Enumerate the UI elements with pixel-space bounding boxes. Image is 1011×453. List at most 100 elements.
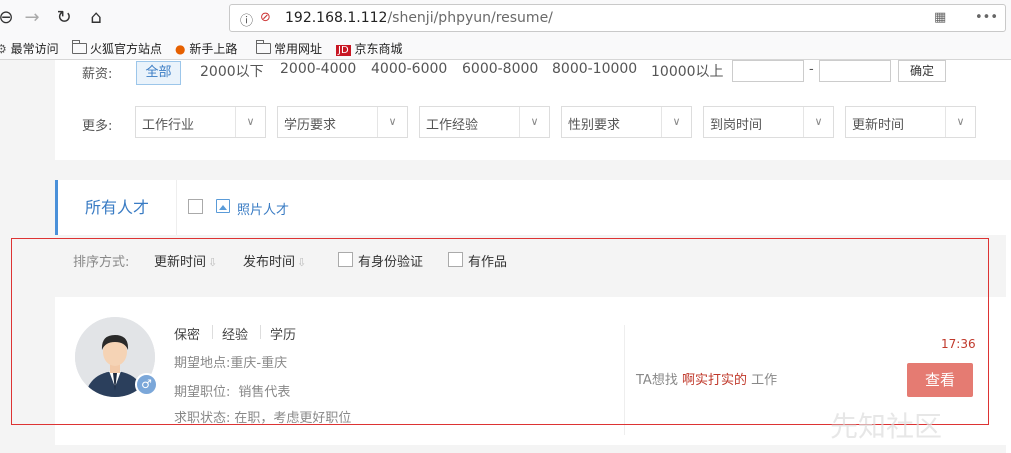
browser-toolbar: ⊖ → ↻ ⌂ ⓘ ⊘ 192.168.1.112/shenji/phpyun/… [0, 0, 1011, 36]
bookmark-label: 常用网址 [274, 42, 323, 56]
wants-text: TA想找 啊实打实的 工作 [636, 369, 777, 388]
bookmark-most-visited[interactable]: ⚙ 最常访问 [0, 40, 59, 57]
watermark: 先知社区 [830, 410, 943, 443]
male-gender-icon: ♂ [135, 373, 158, 396]
info-icon[interactable]: ⓘ [240, 10, 253, 29]
meta-divider [260, 325, 261, 339]
sort-bar: 排序方式: 更新时间 ⇩ 发布时间 ⇩ 有身份验证 有作品 [55, 243, 1011, 283]
salary-range-dash: - [809, 62, 814, 77]
sort-update-time[interactable]: 更新时间 ⇩ [154, 251, 217, 270]
salary-option-6000-8000[interactable]: 6000-8000 [462, 61, 538, 77]
salary-max-input[interactable] [819, 60, 891, 82]
url-path: /shenji/phpyun/resume/ [387, 10, 553, 26]
select-label: 工作经验 [426, 118, 479, 133]
chevron-down-icon: ∨ [945, 107, 975, 137]
chevron-down-icon: ∨ [519, 107, 549, 137]
photo-only-label[interactable]: 照片人才 [237, 199, 289, 218]
talent-tab-bar: 所有人才 照片人才 [55, 180, 1011, 235]
select-arrival-time[interactable]: 到岗时间 ∨ [703, 106, 834, 138]
id-verified-label[interactable]: 有身份验证 [358, 251, 423, 270]
salary-option-4000-6000[interactable]: 4000-6000 [371, 61, 447, 77]
select-gender[interactable]: 性别要求 ∨ [561, 106, 692, 138]
bookmark-firefox-official[interactable]: 火狐官方站点 [72, 40, 162, 57]
chevron-down-icon: ∨ [661, 107, 691, 137]
page-actions-icon[interactable]: ••• [975, 10, 998, 25]
sort-option-label: 发布时间 [243, 255, 296, 270]
select-label: 性别要求 [568, 118, 621, 133]
card-divider [624, 325, 625, 435]
resume-experience: 经验 [222, 328, 249, 343]
expected-position: 销售代表 [238, 385, 291, 400]
sort-arrow-icon: ⇩ [297, 256, 307, 269]
expected-position-line: 期望职位: 销售代表 [174, 381, 290, 400]
chevron-down-icon: ∨ [803, 107, 833, 137]
bookmarks-bar: ⚙ 最常访问 火狐官方站点 ● 新手上路 常用网址 JD 京东商城 [0, 36, 1011, 60]
job-status: 在职，考虑更好职位 [234, 411, 352, 426]
sort-arrow-icon: ⇩ [208, 256, 218, 269]
photo-icon [216, 199, 230, 213]
tab-all-talent[interactable]: 所有人才 [55, 180, 177, 235]
salary-option-all[interactable]: 全部 [136, 61, 181, 85]
salary-option-2000-4000[interactable]: 2000-4000 [280, 61, 356, 77]
home-icon[interactable]: ⌂ [84, 6, 108, 30]
bookmark-label: 最常访问 [10, 42, 59, 56]
qr-code-icon[interactable]: ▦ [934, 10, 946, 25]
select-education[interactable]: 学历要求 ∨ [277, 106, 408, 138]
wants-prefix: TA想找 [636, 373, 678, 388]
select-label: 工作行业 [142, 118, 195, 133]
folder-icon [256, 40, 271, 54]
reload-icon[interactable]: ↻ [52, 6, 76, 30]
jd-logo-icon: JD [336, 45, 351, 56]
has-works-checkbox[interactable] [448, 252, 463, 267]
bookmark-label: 新手上路 [189, 42, 238, 56]
url-bar[interactable]: ⓘ ⊘ 192.168.1.112/shenji/phpyun/resume/ … [229, 4, 1006, 32]
sort-label: 排序方式: [73, 255, 130, 270]
bookmark-jd[interactable]: JD 京东商城 [336, 40, 403, 57]
url-text[interactable]: 192.168.1.112/shenji/phpyun/resume/ [285, 10, 553, 26]
forward-icon[interactable]: → [20, 6, 44, 30]
chevron-down-icon: ∨ [377, 107, 407, 137]
gear-icon: ⚙ [0, 42, 7, 56]
bookmark-common-sites[interactable]: 常用网址 [256, 40, 322, 57]
field-label: 求职状态: [174, 411, 231, 426]
resume-name[interactable]: 保密 [174, 324, 200, 343]
bookmark-getting-started[interactable]: ● 新手上路 [175, 40, 237, 57]
select-label: 到岗时间 [710, 118, 763, 133]
job-status-line: 求职状态: 在职，考虑更好职位 [174, 407, 351, 426]
view-resume-button[interactable]: 查看 [907, 363, 973, 397]
salary-option-8000-10000[interactable]: 8000-10000 [552, 61, 637, 77]
filter-panel: 薪资: 全部 2000以下 2000-4000 4000-6000 6000-8… [55, 60, 1011, 160]
salary-option-over-10000[interactable]: 10000以上 [651, 61, 724, 81]
select-industry[interactable]: 工作行业 ∨ [135, 106, 266, 138]
field-label: 期望职位: [174, 385, 231, 400]
has-works-label[interactable]: 有作品 [468, 251, 507, 270]
url-host: 192.168.1.112 [285, 10, 388, 26]
select-update-time[interactable]: 更新时间 ∨ [845, 106, 976, 138]
resume-education: 学历 [270, 328, 297, 343]
salary-label: 薪资: [82, 67, 113, 82]
bookmark-label: 火狐官方站点 [90, 42, 163, 56]
firefox-icon: ● [175, 42, 186, 56]
select-label: 更新时间 [852, 118, 905, 133]
chevron-down-icon: ∨ [235, 107, 265, 137]
salary-confirm-button[interactable]: 确定 [898, 60, 946, 82]
field-label: 期望地点: [174, 356, 231, 371]
folder-icon [72, 40, 87, 54]
expected-location: 重庆-重庆 [230, 356, 288, 371]
select-experience[interactable]: 工作经验 ∨ [419, 106, 550, 138]
salary-option-under-2000[interactable]: 2000以下 [200, 61, 264, 81]
more-label: 更多: [82, 119, 113, 134]
meta-divider [212, 325, 213, 339]
update-time: 17:36 [941, 337, 976, 351]
wants-suffix: 工作 [751, 373, 778, 388]
id-verified-checkbox[interactable] [338, 252, 353, 267]
sort-option-label: 更新时间 [154, 255, 207, 270]
back-icon[interactable]: ⊖ [0, 6, 18, 30]
bookmark-label: 京东商城 [354, 42, 403, 56]
salary-min-input[interactable] [732, 60, 804, 82]
expected-location-line: 期望地点:重庆-重庆 [174, 352, 287, 371]
select-label: 学历要求 [284, 118, 337, 133]
sort-publish-time[interactable]: 发布时间 ⇩ [243, 251, 306, 270]
photo-only-checkbox[interactable] [188, 199, 203, 214]
insecure-lock-icon[interactable]: ⊘ [260, 10, 271, 25]
